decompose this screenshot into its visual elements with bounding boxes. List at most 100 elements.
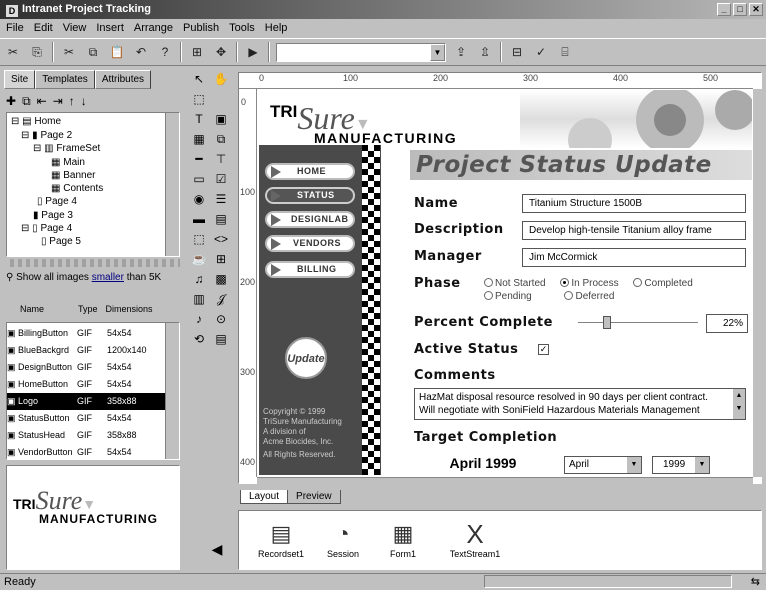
file-row[interactable]: ▣ HomeButton GIF 54x54: [7, 376, 167, 393]
canvas-hscrollbar[interactable]: [257, 477, 753, 486]
file-row[interactable]: ▣ BlueBackgrd GIF 1200x140: [7, 342, 167, 359]
move-icon[interactable]: ✥: [212, 43, 230, 61]
file-row[interactable]: ▣ VendorButton GIF 54x54: [7, 444, 167, 461]
gallery-icon[interactable]: ▩: [212, 270, 230, 288]
file-row[interactable]: ▣ StatusButton GIF 54x54: [7, 410, 167, 427]
tree-item-home[interactable]: ⊟ ▤ Home: [11, 116, 61, 128]
move-up-icon[interactable]: ↑: [69, 94, 75, 108]
tab-layout[interactable]: Layout: [240, 490, 289, 504]
chevron-down-icon[interactable]: ▼: [695, 457, 709, 473]
script-icon[interactable]: 𝒥: [212, 290, 230, 308]
align-icon[interactable]: ⊞: [188, 43, 206, 61]
slider-thumb[interactable]: [603, 316, 611, 329]
java-icon[interactable]: ☕: [190, 250, 208, 268]
style-combobox[interactable]: ▼: [276, 42, 446, 62]
comments-textarea[interactable]: HazMat disposal resource resolved in 90 …: [414, 388, 746, 420]
tree-hscrollbar[interactable]: [6, 259, 180, 267]
tree-item-banner[interactable]: ▦ Banner: [51, 170, 95, 182]
menu-tools[interactable]: Tools: [229, 19, 255, 37]
radio-tool-icon[interactable]: ◉: [190, 190, 208, 208]
tree-item-page2[interactable]: ⊟ ▮ Page 2: [21, 130, 72, 142]
percent-value-field[interactable]: 22%: [706, 314, 748, 333]
menu-view[interactable]: View: [63, 19, 87, 37]
navigation-icon[interactable]: ⟲: [190, 330, 208, 348]
new-page-icon[interactable]: ✚: [6, 94, 16, 108]
minimize-button[interactable]: _: [717, 3, 731, 16]
nav-status-button[interactable]: STATUS: [265, 187, 355, 204]
description-field[interactable]: Develop high-tensile Titanium alloy fram…: [522, 221, 746, 240]
tree-item-main[interactable]: ▦ Main: [51, 157, 85, 169]
close-button[interactable]: ✕: [749, 3, 763, 16]
paste-icon[interactable]: 📋: [108, 43, 126, 61]
file-row[interactable]: ▣ StatusHead GIF 358x88: [7, 427, 167, 444]
month-select[interactable]: April ▼: [564, 456, 642, 474]
phase-deferred-radio[interactable]: Deferred: [564, 291, 614, 302]
timer-icon[interactable]: ⊙: [212, 310, 230, 328]
name-field[interactable]: Titanium Structure 1500B: [522, 194, 746, 213]
menu-help[interactable]: Help: [265, 19, 288, 37]
menu-arrange[interactable]: Arrange: [134, 19, 173, 37]
list-tool-icon[interactable]: ☰: [212, 190, 230, 208]
manager-field[interactable]: Jim McCormick: [522, 248, 746, 267]
phase-not-started-radio[interactable]: Not Started: [484, 278, 546, 289]
tree-item-page4b[interactable]: ⊟ ▯ Page 4: [21, 223, 72, 235]
table-tool-icon[interactable]: ▦: [190, 130, 208, 148]
page-options-icon[interactable]: ⧉: [22, 94, 31, 109]
object-session[interactable]: ◔ Session: [313, 519, 373, 559]
layout-region-icon[interactable]: ⬚: [190, 90, 208, 108]
checkbox-tool-icon[interactable]: ☑: [212, 170, 230, 188]
file-list-scrollbar[interactable]: [165, 323, 179, 459]
tab-attributes[interactable]: Attributes: [94, 70, 152, 89]
database-icon[interactable]: ⌸: [556, 43, 574, 61]
object-form[interactable]: ▦ Form1: [373, 519, 433, 559]
image-icon[interactable]: ▣: [212, 110, 230, 128]
tab-preview[interactable]: Preview: [288, 490, 341, 504]
tree-item-contents[interactable]: ▦ Contents: [51, 183, 103, 195]
maximize-button[interactable]: □: [733, 3, 747, 16]
tree-item-page5[interactable]: ▯ Page 5: [41, 236, 81, 248]
data-field-icon[interactable]: ▥: [190, 290, 208, 308]
hotspot-icon[interactable]: ⊤: [212, 150, 230, 168]
object-recordset[interactable]: ▤ Recordset1: [251, 519, 311, 559]
nav-home-button[interactable]: HOME: [265, 163, 355, 180]
menu-file[interactable]: File: [6, 19, 24, 37]
cut-icon[interactable]: ✂: [60, 43, 78, 61]
filter-size-link[interactable]: smaller: [92, 272, 124, 283]
move-first-icon[interactable]: ⇤: [37, 94, 47, 108]
phase-in-process-radio[interactable]: In Process: [560, 278, 619, 289]
cut-site-icon[interactable]: ✂: [4, 43, 22, 61]
undo-icon[interactable]: ↶: [132, 43, 150, 61]
menu-publish[interactable]: Publish: [183, 19, 219, 37]
column-dimensions[interactable]: Dimensions: [106, 304, 153, 320]
sound-icon[interactable]: ♪: [190, 310, 208, 328]
button-tool-icon[interactable]: ▬: [190, 210, 208, 228]
file-row[interactable]: ▣ BillingButton GIF 54x54: [7, 325, 167, 342]
canvas-vscrollbar[interactable]: [753, 89, 762, 477]
tab-templates[interactable]: Templates: [35, 70, 95, 89]
file-row[interactable]: ▣ DesignButton GIF 54x54: [7, 359, 167, 376]
active-status-checkbox[interactable]: ✓: [538, 344, 549, 355]
copy-icon[interactable]: ⧉: [84, 43, 102, 61]
spell-icon[interactable]: ✓: [532, 43, 550, 61]
pointer-icon[interactable]: ↖: [190, 70, 208, 88]
percent-slider[interactable]: [578, 316, 698, 329]
phase-completed-radio[interactable]: Completed: [633, 278, 693, 289]
chevron-down-icon[interactable]: ▼: [627, 457, 641, 473]
publish-all-icon[interactable]: ⇫: [476, 43, 494, 61]
nav-vendors-button[interactable]: VENDORS: [265, 235, 355, 252]
menu-insert[interactable]: Insert: [96, 19, 124, 37]
media-icon[interactable]: ♫: [190, 270, 208, 288]
marquee-icon[interactable]: ⬚: [190, 230, 208, 248]
help-pointer-icon[interactable]: ?: [156, 43, 174, 61]
column-name[interactable]: Name: [6, 304, 44, 320]
object-textstream[interactable]: X TextStream1: [445, 519, 505, 559]
chevron-down-icon[interactable]: ▼: [430, 43, 445, 61]
recordset-tool-icon[interactable]: ▤: [212, 330, 230, 348]
publish-icon[interactable]: ⇪: [452, 43, 470, 61]
layer-icon[interactable]: ▶: [244, 43, 262, 61]
tree-item-page4[interactable]: ▯ Page 4: [37, 196, 77, 208]
form-field-icon[interactable]: ▭: [190, 170, 208, 188]
tree-item-page3[interactable]: ▮ Page 3: [33, 210, 73, 222]
textarea-tool-icon[interactable]: ▤: [212, 210, 230, 228]
hand-icon[interactable]: ✋: [212, 70, 230, 88]
